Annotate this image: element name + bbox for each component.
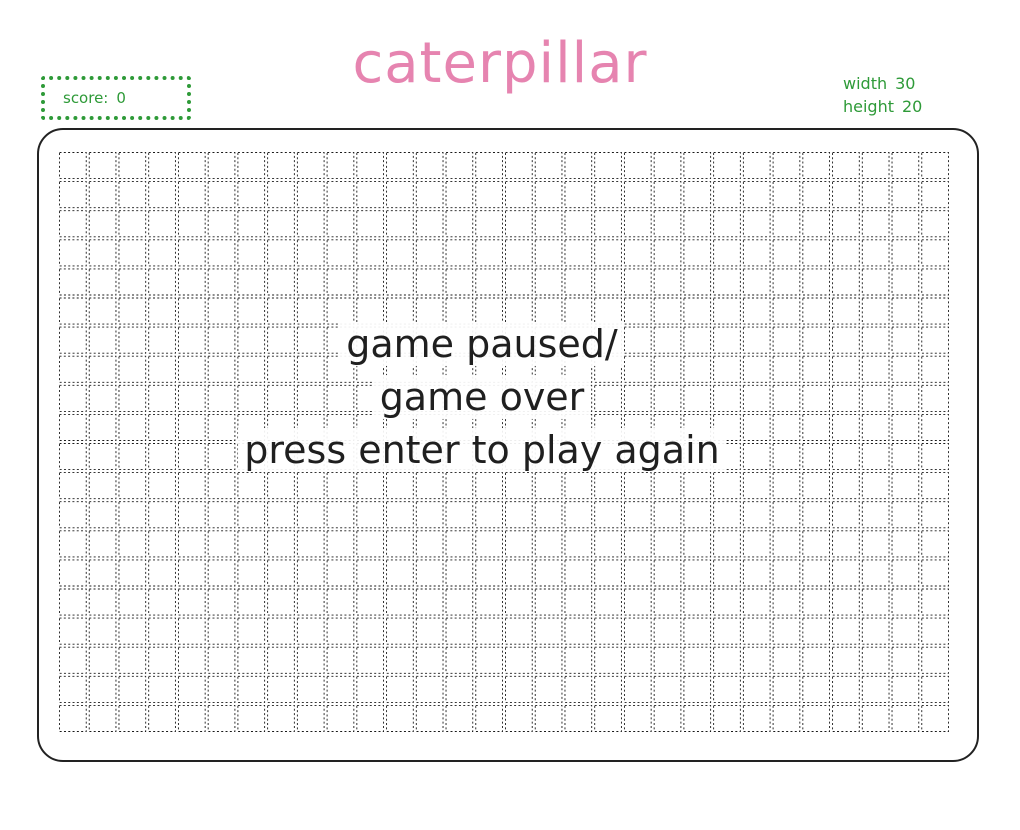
height-row: height 20 xyxy=(843,95,922,118)
status-line-paused: game paused/ xyxy=(0,318,964,371)
width-label: width xyxy=(843,74,888,93)
width-row: width 30 xyxy=(843,72,922,95)
board-dimensions: width 30 height 20 xyxy=(843,72,922,118)
status-line-restart: press enter to play again xyxy=(0,424,964,477)
status-line-over: game over xyxy=(0,371,964,424)
height-value: 20 xyxy=(902,97,923,116)
width-value: 30 xyxy=(895,74,916,93)
height-label: height xyxy=(843,97,894,116)
game-status-message: game paused/ game over press enter to pl… xyxy=(0,318,964,477)
score-value: 0 xyxy=(116,89,126,107)
score-display: score: 0 xyxy=(41,76,191,120)
score-label: score: xyxy=(63,89,109,107)
